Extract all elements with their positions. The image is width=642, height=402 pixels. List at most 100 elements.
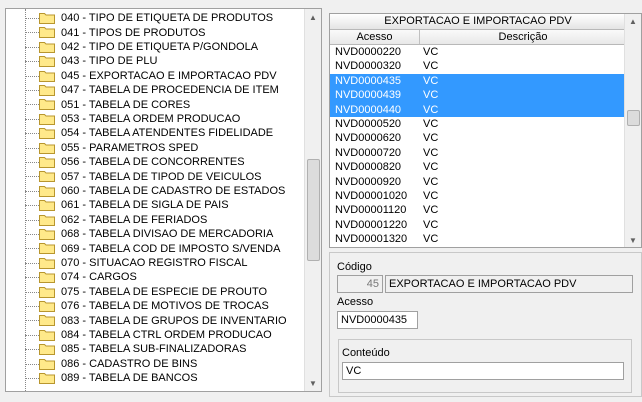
cell-acesso: NVD0000720 [335, 146, 402, 159]
tree-scroll-thumb[interactable] [307, 159, 320, 261]
folder-icon [39, 229, 55, 240]
cell-acesso: NVD0000920 [335, 175, 402, 188]
cell-acesso: NVD00001020 [335, 190, 408, 202]
grid-header: Acesso Descrição [330, 30, 626, 45]
table-row[interactable]: NVD00001220 VC [330, 218, 626, 232]
table-row[interactable]: NVD0000920 VC [330, 175, 626, 189]
tree-item[interactable]: 040 - TIPO DE ETIQUETA DE PRODUTOS [6, 11, 306, 25]
arrow-down-icon[interactable]: ▼ [305, 375, 321, 391]
tree-item[interactable]: 069 - TABELA COD DE IMPOSTO S/VENDA [6, 241, 306, 255]
table-row[interactable]: NVD0000720 VC [330, 146, 626, 160]
tree-item[interactable]: 075 - TABELA DE ESPECIE DE PROUTO [6, 285, 306, 299]
tree-item[interactable]: 070 - SITUACAO REGISTRO FISCAL [6, 256, 306, 270]
tree-item[interactable]: 054 - TABELA ATENDENTES FIDELIDADE [6, 126, 306, 140]
tree-item-label: 061 - TABELA DE SIGLA DE PAIS [61, 199, 229, 212]
entries-grid[interactable]: EXPORTACAO E IMPORTACAO PDV Acesso Descr… [329, 13, 642, 248]
tree-item[interactable]: 076 - TABELA DE MOTIVOS DE TROCAS [6, 299, 306, 313]
cell-acesso: NVD0000220 [335, 46, 402, 58]
cell-acesso: NVD00001220 [335, 218, 408, 231]
folder-icon [39, 27, 55, 39]
tree-connector-line [25, 18, 39, 19]
tree-connector-line [25, 133, 39, 135]
acesso-input[interactable]: NVD0000435 [337, 311, 418, 329]
tree-item[interactable]: 083 - TABELA DE GRUPOS DE INVENTARIO [6, 313, 306, 327]
tree-connector-line [25, 363, 39, 365]
table-row[interactable]: NVD0000320 VC [330, 59, 626, 73]
tree-item-label: 083 - TABELA DE GRUPOS DE INVENTARIO [61, 314, 287, 327]
tree-vertical-scrollbar[interactable]: ▲ ▼ [304, 9, 321, 391]
tree-item[interactable]: 055 - PARAMETROS SPED [6, 141, 306, 155]
tree-item-label: 068 - TABELA DIVISAO DE MERCADORIA [61, 228, 274, 241]
table-row[interactable]: NVD0000620 VC [330, 131, 626, 145]
column-header-descricao[interactable]: Descrição [420, 30, 626, 44]
tree-item-label: 060 - TABELA DE CADASTRO DE ESTADOS [61, 184, 286, 197]
table-row[interactable]: NVD0000440 VC [330, 102, 626, 117]
cell-acesso: NVD0000435 [335, 74, 402, 87]
tree-item[interactable]: 053 - TABELA ORDEM PRODUCAO [6, 112, 306, 126]
tree-item[interactable]: 068 - TABELA DIVISAO DE MERCADORIA [6, 227, 306, 241]
tree-connector-line [25, 349, 39, 351]
folder-icon [39, 272, 55, 284]
folder-icon [39, 214, 55, 226]
tree-item-label: 043 - TIPO DE PLU [61, 55, 158, 68]
cell-acesso: NVD0000320 [335, 60, 402, 73]
tree-item-label: 051 - TABELA DE CORES [61, 98, 191, 111]
conteudo-input[interactable]: VC [342, 362, 624, 380]
tree-item[interactable]: 042 - TIPO DE ETIQUETA P/GONDOLA [6, 40, 306, 54]
grid-vertical-scrollbar[interactable]: ▲ ▼ [624, 14, 641, 247]
tree-item[interactable]: 089 - TABELA DE BANCOS [6, 371, 306, 385]
tree-connector-line [25, 277, 39, 279]
cell-descricao: VC [423, 161, 439, 174]
tree-item-label: 053 - TABELA ORDEM PRODUCAO [61, 112, 241, 125]
app-window: 040 - TIPO DE ETIQUETA DE PRODUTOS 041 - … [0, 0, 642, 402]
tree-item[interactable]: 041 - TIPOS DE PRODUTOS [6, 25, 306, 39]
folder-icon [39, 286, 55, 298]
table-row[interactable]: NVD0000435 VC [330, 73, 626, 89]
table-row[interactable]: NVD0000439 VC [330, 88, 626, 103]
codigo-description-field: EXPORTACAO E IMPORTACAO PDV [385, 275, 633, 293]
tree-item[interactable]: 086 - CADASTRO DE BINS [6, 357, 306, 371]
tree-item[interactable]: 056 - TABELA DE CONCORRENTES [6, 155, 306, 169]
folder-icon [39, 157, 55, 168]
tree-item[interactable]: 060 - TABELA DE CADASTRO DE ESTADOS [6, 184, 306, 198]
arrow-up-icon[interactable]: ▲ [625, 14, 641, 28]
tree-item-label: 074 - CARGOS [61, 271, 137, 284]
conteudo-group: Conteúdo VC [338, 339, 632, 393]
tree-item[interactable]: 051 - TABELA DE CORES [6, 97, 306, 111]
tree-item[interactable]: 084 - TABELA CTRL ORDEM PRODUCAO [6, 328, 306, 342]
cell-descricao: VC [423, 60, 439, 73]
tree-connector-line [25, 176, 39, 178]
tree-item[interactable]: 074 - CARGOS [6, 270, 306, 284]
table-row[interactable]: NVD00001120 VC [330, 203, 626, 217]
table-row[interactable]: NVD00001320 VC [330, 232, 626, 246]
tree-item-label: 042 - TIPO DE ETIQUETA P/GONDOLA [61, 40, 259, 53]
arrow-down-icon[interactable]: ▼ [625, 233, 641, 247]
table-row[interactable]: NVD0000220 VC [330, 45, 626, 59]
tree-item[interactable]: 043 - TIPO DE PLU [6, 54, 306, 68]
tree-item[interactable]: 047 - TABELA DE PROCEDENCIA DE ITEM [6, 83, 306, 97]
acesso-label: Acesso [337, 296, 374, 308]
table-tree-view[interactable]: 040 - TIPO DE ETIQUETA DE PRODUTOS 041 - … [5, 8, 322, 392]
cell-descricao: VC [423, 146, 439, 159]
arrow-up-icon[interactable]: ▲ [305, 9, 321, 25]
table-row[interactable]: NVD00001020 VC [330, 189, 626, 203]
tree-item[interactable]: 061 - TABELA DE SIGLA DE PAIS [6, 198, 306, 212]
tree-connector-line [25, 291, 39, 293]
folder-icon [39, 85, 55, 96]
tree-connector-line [25, 104, 39, 106]
tree-item[interactable]: 062 - TABELA DE FERIADOS [6, 213, 306, 227]
grid-scroll-thumb[interactable] [627, 110, 640, 126]
table-row[interactable]: NVD0000820 VC [330, 160, 626, 174]
table-row[interactable]: NVD0000520 VC [330, 117, 626, 131]
tree-connector-line [25, 334, 39, 336]
cell-acesso: NVD00001320 [335, 233, 408, 246]
folder-icon [39, 344, 55, 356]
column-header-acesso[interactable]: Acesso [330, 30, 420, 44]
tree-connector-line [25, 90, 39, 91]
tree-item[interactable]: 085 - TABELA SUB-FINALIZADORAS [6, 342, 306, 356]
tree-item-label: 041 - TIPOS DE PRODUTOS [61, 26, 206, 39]
tree-item[interactable]: 057 - TABELA DE TIPOD DE VEICULOS [6, 169, 306, 183]
tree-item[interactable]: 045 - EXPORTACAO E IMPORTACAO PDV [6, 69, 306, 83]
cell-descricao: VC [423, 103, 439, 116]
folder-icon [39, 13, 55, 24]
